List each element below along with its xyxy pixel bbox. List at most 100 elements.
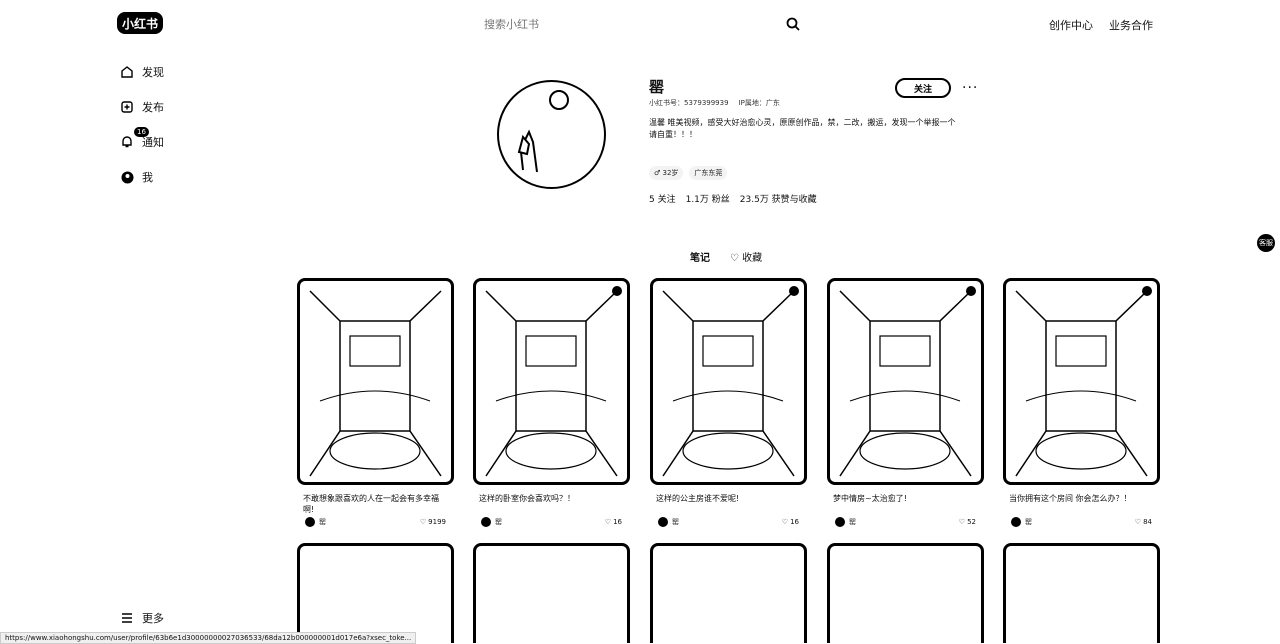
avatar-icon	[120, 170, 134, 184]
profile-tags: ♂ 32岁 广东东莞	[649, 166, 728, 180]
note-title[interactable]: 梦中情房~太治愈了!	[827, 493, 984, 515]
creator-center-link[interactable]: 创作中心	[1049, 17, 1093, 33]
note-author[interactable]: 罂	[481, 517, 502, 527]
likes-count: 23.5万 获赞与收藏	[739, 195, 817, 205]
tab-notes[interactable]: 笔记	[690, 249, 710, 264]
heart-icon: ♡	[958, 518, 966, 526]
note-thumbnail[interactable]	[650, 278, 807, 485]
bio-line: 请自重！！！	[649, 130, 697, 139]
author-name: 罂	[495, 518, 502, 526]
profile-meta: 小红书号：5379399939 IP属地：广东	[649, 98, 780, 108]
note-card-partial[interactable]	[1003, 543, 1160, 643]
note-card-partial[interactable]	[650, 543, 807, 643]
sidebar-more[interactable]: 更多	[120, 610, 164, 626]
note-thumbnail[interactable]	[1003, 543, 1160, 643]
ip-location: IP属地：广东	[738, 99, 780, 107]
note-card-partial[interactable]	[473, 543, 630, 643]
note-author[interactable]: 罂	[658, 517, 679, 527]
note-author[interactable]: 罂	[835, 517, 856, 527]
tab-collect-label: 收藏	[742, 253, 763, 264]
profile-stats: 5 关注 1.1万 粉丝 23.5万 获赞与收藏	[649, 192, 817, 205]
heart-icon: ♡	[419, 518, 427, 526]
menu-icon	[120, 611, 134, 625]
bio-line: 温馨 唯美视频，感受大好治愈心灵，原原创作品，禁，二改，搬运，发现一个举报一个	[649, 118, 956, 127]
sidebar-item-notifications[interactable]: 16 通知	[120, 127, 164, 150]
following-count[interactable]: 5 关注	[649, 192, 676, 205]
note-thumbnail[interactable]	[1003, 278, 1160, 485]
follow-button[interactable]: 关注	[895, 78, 951, 98]
like-count: 9199	[428, 518, 446, 526]
video-icon	[612, 286, 622, 296]
like-count: 16	[613, 518, 622, 526]
red-id: 小红书号：5379399939	[649, 99, 729, 107]
like-button[interactable]: ♡ 16	[605, 518, 622, 526]
location-tag: 广东东莞	[689, 166, 728, 180]
status-bar-url: https://www.xiaohongshu.com/user/profile…	[0, 632, 417, 644]
note-title[interactable]: 不敢想象跟喜欢的人在一起会有多幸福啊!	[297, 493, 454, 515]
note-thumbnail[interactable]	[827, 543, 984, 643]
sidebar-more-label: 更多	[142, 612, 164, 625]
author-name: 罂	[319, 518, 326, 526]
author-avatar	[835, 517, 845, 527]
notification-badge: 16	[134, 127, 149, 137]
like-button[interactable]: ♡ 52	[959, 518, 976, 526]
author-name: 罂	[1025, 518, 1032, 526]
note-title[interactable]: 这样的卧室你会喜欢吗？！	[473, 493, 630, 515]
author-avatar	[658, 517, 668, 527]
business-link[interactable]: 业务合作	[1109, 17, 1153, 33]
note-thumbnail[interactable]	[473, 543, 630, 643]
note-thumbnail[interactable]	[650, 543, 807, 643]
note-thumbnail[interactable]	[297, 278, 454, 485]
sidebar-item-label: 我	[142, 171, 153, 184]
followers-count[interactable]: 1.1万 粉丝	[686, 192, 730, 205]
heart-icon: ♡	[1134, 518, 1142, 526]
note-card[interactable]: 当你拥有这个房间 你会怎么办？！ 罂 ♡ 84	[1003, 278, 1160, 527]
search-input[interactable]	[470, 17, 770, 31]
tab-collect[interactable]: ♡ 收藏	[730, 249, 762, 264]
note-title[interactable]: 这样的公主房谁不爱呢!	[650, 493, 807, 515]
note-thumbnail[interactable]	[473, 278, 630, 485]
note-card[interactable]: 这样的公主房谁不爱呢! 罂 ♡ 16	[650, 278, 807, 527]
note-card-partial[interactable]	[827, 543, 984, 643]
note-card-partial[interactable]	[297, 543, 454, 643]
video-icon	[789, 286, 799, 296]
author-name: 罂	[849, 518, 856, 526]
note-card[interactable]: 梦中情房~太治愈了! 罂 ♡ 52	[827, 278, 984, 527]
sidebar-item-label: 发布	[142, 101, 164, 114]
gender-age-tag: ♂ 32岁	[649, 166, 684, 180]
note-card[interactable]: 这样的卧室你会喜欢吗？！ 罂 ♡ 16	[473, 278, 630, 527]
sidebar-item-publish[interactable]: 发布	[120, 99, 164, 115]
plus-square-icon	[120, 100, 134, 114]
search-icon[interactable]	[786, 16, 800, 35]
profile-name: 罂	[649, 78, 665, 96]
more-options-icon[interactable]: ···	[962, 80, 978, 96]
sidebar-item-me[interactable]: 我	[120, 169, 153, 185]
note-author[interactable]: 罂	[1011, 517, 1032, 527]
profile-tabs: 笔记 ♡ 收藏	[690, 249, 762, 264]
note-title[interactable]: 当你拥有这个房间 你会怎么办？！	[1003, 493, 1160, 515]
search-bar[interactable]	[470, 12, 810, 36]
note-card[interactable]: 不敢想象跟喜欢的人在一起会有多幸福啊! 罂 ♡ 9199	[297, 278, 454, 527]
like-button[interactable]: ♡ 84	[1135, 518, 1152, 526]
note-thumbnail[interactable]	[297, 543, 454, 643]
author-avatar	[481, 517, 491, 527]
note-thumbnail[interactable]	[827, 278, 984, 485]
like-button[interactable]: ♡ 9199	[420, 518, 446, 526]
customer-service-icon[interactable]: 客服	[1257, 234, 1275, 252]
profile-avatar	[497, 80, 606, 189]
author-name: 罂	[672, 518, 679, 526]
video-icon	[966, 286, 976, 296]
like-button[interactable]: ♡ 16	[782, 518, 799, 526]
sidebar-item-discover[interactable]: 发现	[120, 64, 164, 80]
like-count: 52	[967, 518, 976, 526]
logo[interactable]: 小红书	[117, 12, 163, 34]
home-icon	[120, 65, 134, 79]
author-avatar	[1011, 517, 1021, 527]
like-count: 16	[790, 518, 799, 526]
sidebar-item-label: 发现	[142, 66, 164, 79]
profile-bio: 温馨 唯美视频，感受大好治愈心灵，原原创作品，禁，二改，搬运，发现一个举报一个 …	[649, 117, 989, 141]
heart-icon: ♡	[781, 518, 789, 526]
note-author[interactable]: 罂	[305, 517, 326, 527]
author-avatar	[305, 517, 315, 527]
bell-icon: 16	[120, 127, 149, 149]
